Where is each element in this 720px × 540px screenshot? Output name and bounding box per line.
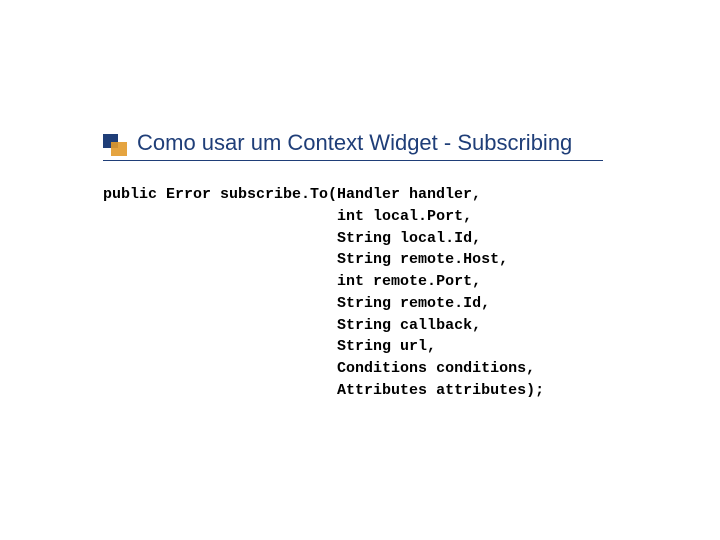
code-line: Conditions conditions, [103, 360, 535, 377]
code-line: int local.Port, [103, 208, 472, 225]
code-line: String url, [103, 338, 436, 355]
code-line: public Error subscribe.To(Handler handle… [103, 186, 481, 203]
code-line: String remote.Id, [103, 295, 490, 312]
code-line: String callback, [103, 317, 481, 334]
code-line: Attributes attributes); [103, 382, 544, 399]
code-line: int remote.Port, [103, 273, 481, 290]
code-line: String local.Id, [103, 230, 481, 247]
slide-title: Como usar um Context Widget - Subscribin… [137, 130, 572, 156]
bullet-icon [103, 134, 127, 156]
title-row: Como usar um Context Widget - Subscribin… [103, 130, 572, 156]
code-block: public Error subscribe.To(Handler handle… [103, 184, 544, 402]
title-underline [103, 160, 603, 161]
slide: Como usar um Context Widget - Subscribin… [0, 0, 720, 540]
code-line: String remote.Host, [103, 251, 508, 268]
